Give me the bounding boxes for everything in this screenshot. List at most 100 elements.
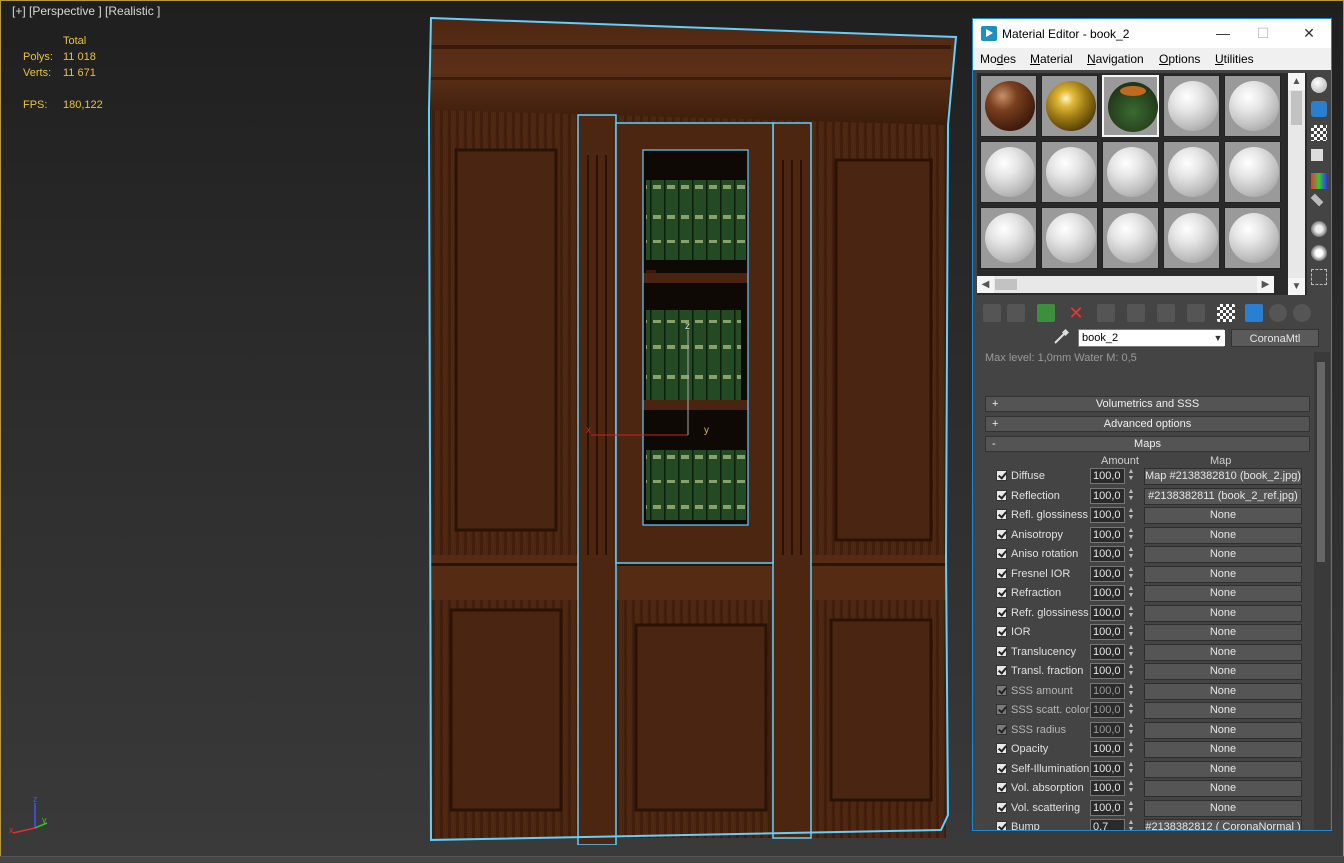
chevron-down-icon[interactable]: ▼ bbox=[1211, 330, 1225, 346]
map-amount-input[interactable]: 0,7 bbox=[1090, 819, 1125, 830]
map-amount-input[interactable]: 100,0 bbox=[1090, 546, 1125, 562]
map-amount-input[interactable]: 100,0 bbox=[1090, 780, 1125, 796]
map-enabled-checkbox[interactable] bbox=[996, 684, 1007, 696]
menu-navigation[interactable]: Navigation bbox=[1087, 52, 1144, 66]
map-amount-input[interactable]: 100,0 bbox=[1090, 585, 1125, 601]
rollout-volumetrics-sss[interactable]: + Volumetrics and SSS bbox=[985, 396, 1310, 412]
scroll-thumb[interactable] bbox=[1317, 362, 1325, 562]
make-unique-icon[interactable] bbox=[1127, 304, 1145, 322]
material-id-channel-icon[interactable] bbox=[1187, 304, 1205, 322]
maximize-button[interactable]: ☐ bbox=[1243, 22, 1283, 44]
map-slot-button[interactable]: None bbox=[1144, 546, 1302, 563]
rollout-maps[interactable]: - Maps bbox=[985, 436, 1310, 452]
assign-material-to-selection-icon[interactable] bbox=[1037, 304, 1055, 322]
go-to-parent-icon[interactable] bbox=[1269, 304, 1287, 322]
map-amount-input[interactable]: 100,0 bbox=[1090, 507, 1125, 523]
map-slot-button[interactable]: None bbox=[1144, 780, 1302, 797]
put-to-library-icon[interactable] bbox=[1157, 304, 1175, 322]
material-name-input[interactable]: book_2 bbox=[1078, 329, 1224, 347]
sample-slot[interactable] bbox=[980, 141, 1037, 203]
map-slot-button[interactable]: None bbox=[1144, 643, 1302, 661]
scroll-left-button[interactable]: ◀ bbox=[977, 276, 994, 293]
map-enabled-checkbox[interactable] bbox=[996, 626, 1007, 637]
map-enabled-checkbox[interactable] bbox=[996, 489, 1007, 501]
map-slot-button[interactable]: None bbox=[1144, 565, 1302, 583]
map-slot-button[interactable]: None bbox=[1144, 682, 1302, 700]
amount-spinner[interactable]: ▲ ▼ bbox=[1126, 488, 1136, 504]
amount-spinner[interactable]: ▲ ▼ bbox=[1126, 819, 1136, 830]
material-map-navigator-icon[interactable] bbox=[1311, 269, 1327, 285]
amount-spinner[interactable]: ▲ ▼ bbox=[1126, 683, 1136, 699]
map-enabled-checkbox[interactable] bbox=[996, 743, 1007, 754]
map-slot-button[interactable]: None bbox=[1144, 663, 1302, 680]
amount-spinner[interactable]: ▲ ▼ bbox=[1126, 546, 1136, 562]
viewport-label[interactable]: [+] [Perspective ] [Realistic ] bbox=[12, 4, 160, 18]
map-amount-input[interactable]: 100,0 bbox=[1090, 565, 1125, 582]
map-enabled-checkbox[interactable] bbox=[996, 470, 1007, 481]
map-slot-button[interactable]: None bbox=[1144, 741, 1302, 758]
map-amount-input[interactable]: 100,0 bbox=[1090, 799, 1125, 816]
amount-spinner[interactable]: ▲ ▼ bbox=[1126, 585, 1136, 601]
sample-slot[interactable] bbox=[1041, 75, 1098, 137]
eyedropper-icon[interactable] bbox=[1053, 329, 1069, 345]
make-material-copy-icon[interactable] bbox=[1097, 304, 1115, 322]
sample-slot[interactable] bbox=[980, 75, 1037, 137]
map-enabled-checkbox[interactable] bbox=[996, 645, 1007, 657]
scroll-thumb[interactable] bbox=[995, 279, 1017, 290]
show-map-in-viewport-icon[interactable] bbox=[1217, 304, 1235, 322]
map-slot-button[interactable]: #2138382811 (book_2_ref.jpg) bbox=[1144, 487, 1302, 505]
map-slot-button[interactable]: None bbox=[1144, 799, 1302, 817]
sample-slot[interactable] bbox=[1224, 141, 1281, 203]
map-amount-input[interactable]: 100,0 bbox=[1090, 741, 1125, 757]
scroll-thumb[interactable] bbox=[1291, 91, 1302, 125]
map-slot-button[interactable]: #2138382812 ( CoronaNormal ) bbox=[1144, 819, 1302, 830]
amount-spinner[interactable]: ▲ ▼ bbox=[1126, 507, 1136, 523]
amount-spinner[interactable]: ▲ ▼ bbox=[1126, 527, 1136, 543]
slots-vertical-scrollbar[interactable]: ▲ ▼ bbox=[1288, 73, 1305, 295]
amount-spinner[interactable]: ▲ ▼ bbox=[1126, 761, 1136, 777]
map-amount-input[interactable]: 100,0 bbox=[1090, 721, 1125, 738]
amount-spinner[interactable]: ▲ ▼ bbox=[1126, 605, 1136, 621]
sample-slot[interactable] bbox=[1102, 141, 1159, 203]
map-slot-button[interactable]: None bbox=[1144, 624, 1302, 641]
map-amount-input[interactable]: 100,0 bbox=[1090, 468, 1125, 484]
amount-spinner[interactable]: ▲ ▼ bbox=[1126, 566, 1136, 582]
sample-slot[interactable] bbox=[1102, 207, 1159, 269]
go-forward-to-sibling-icon[interactable] bbox=[1293, 304, 1311, 322]
amount-spinner[interactable]: ▲ ▼ bbox=[1126, 722, 1136, 738]
sample-slot[interactable] bbox=[1163, 141, 1220, 203]
map-enabled-checkbox[interactable] bbox=[996, 762, 1007, 774]
material-type-button[interactable]: CoronaMtl bbox=[1231, 329, 1319, 347]
rollout-advanced-options[interactable]: + Advanced options bbox=[985, 416, 1310, 432]
scroll-right-button[interactable]: ▶ bbox=[1257, 276, 1274, 293]
menu-options[interactable]: Options bbox=[1159, 52, 1200, 66]
material-editor-window[interactable]: Material Editor - book_2 — ☐ ✕ Modes Mat… bbox=[972, 18, 1332, 831]
sample-slot[interactable] bbox=[1163, 75, 1220, 137]
map-enabled-checkbox[interactable] bbox=[996, 606, 1007, 618]
menu-modes[interactable]: Modes bbox=[980, 52, 1016, 66]
sample-type-icon[interactable] bbox=[1311, 77, 1327, 93]
amount-spinner[interactable]: ▲ ▼ bbox=[1126, 624, 1136, 640]
map-slot-button[interactable]: None bbox=[1144, 702, 1302, 719]
map-amount-input[interactable]: 100,0 bbox=[1090, 643, 1125, 660]
map-enabled-checkbox[interactable] bbox=[996, 548, 1007, 559]
amount-spinner[interactable]: ▲ ▼ bbox=[1126, 780, 1136, 796]
sample-slot[interactable] bbox=[1041, 207, 1098, 269]
map-enabled-checkbox[interactable] bbox=[996, 782, 1007, 793]
video-color-check-icon[interactable] bbox=[1311, 173, 1327, 189]
slots-horizontal-scrollbar[interactable]: ◀ ▶ bbox=[977, 276, 1274, 293]
close-button[interactable]: ✕ bbox=[1289, 22, 1329, 44]
map-slot-button[interactable]: None bbox=[1144, 604, 1302, 622]
map-enabled-checkbox[interactable] bbox=[996, 665, 1007, 676]
rollouts-scrollbar[interactable] bbox=[1314, 352, 1330, 830]
sample-slot[interactable] bbox=[1224, 207, 1281, 269]
map-amount-input[interactable]: 100,0 bbox=[1090, 760, 1125, 777]
reset-map-icon[interactable]: ✕ bbox=[1067, 304, 1085, 322]
bookcase-model[interactable]: x y z bbox=[426, 15, 961, 845]
sample-slot[interactable] bbox=[1041, 141, 1098, 203]
map-amount-input[interactable]: 100,0 bbox=[1090, 526, 1125, 543]
map-slot-button[interactable]: None bbox=[1144, 526, 1302, 544]
title-bar[interactable]: Material Editor - book_2 — ☐ ✕ bbox=[973, 19, 1331, 48]
amount-spinner[interactable]: ▲ ▼ bbox=[1126, 663, 1136, 679]
sample-slot[interactable] bbox=[1224, 75, 1281, 137]
